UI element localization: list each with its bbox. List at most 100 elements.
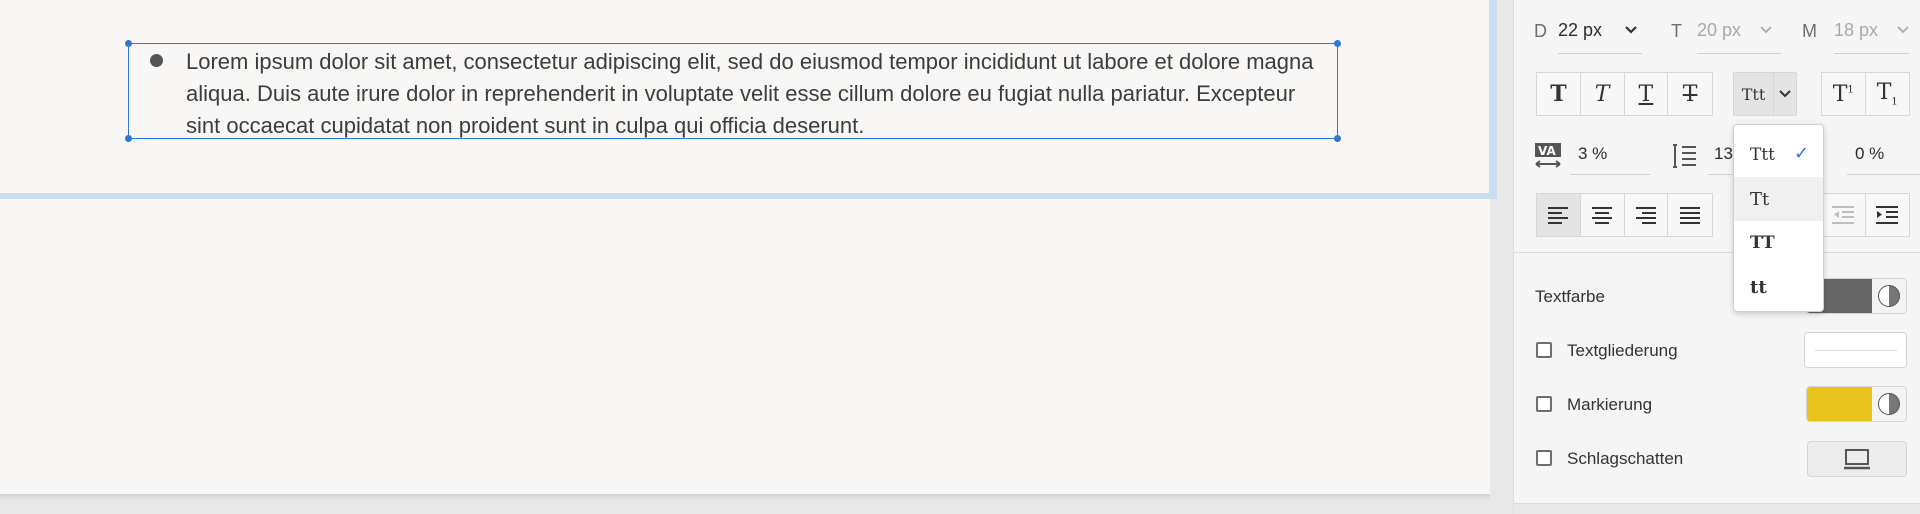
align-right-button[interactable] (1625, 194, 1669, 236)
font-size-tablet-value[interactable]: 20 px (1697, 20, 1741, 41)
highlight-color-swatch[interactable] (1807, 387, 1872, 421)
indent-button[interactable] (1866, 194, 1910, 236)
section-selection-border-right (1489, 0, 1497, 198)
font-size-mobile-underline (1834, 53, 1909, 54)
letter-spacing-field[interactable]: VA 3 % (1534, 136, 1654, 176)
subscript-icon: T1 (1877, 80, 1898, 107)
font-size-tablet[interactable]: T 20 px (1671, 14, 1783, 54)
case-lower-icon: tt (1750, 276, 1767, 298)
underline-icon: T (1638, 81, 1654, 107)
font-size-mobile[interactable]: M 18 px (1802, 14, 1914, 54)
font-size-desktop-value[interactable]: 22 px (1558, 20, 1602, 41)
resize-handle-bottom-right[interactable] (1334, 135, 1341, 142)
highlight-checkbox[interactable] (1536, 396, 1552, 412)
outdent-icon (1832, 206, 1855, 224)
chevron-down-icon[interactable] (1896, 23, 1910, 38)
tablet-label: T (1671, 21, 1682, 41)
italic-button[interactable]: T (1581, 73, 1625, 115)
superscript-glyph: T (1832, 81, 1848, 107)
resize-handle-bottom-left[interactable] (125, 135, 132, 142)
align-justify-button[interactable] (1668, 194, 1712, 236)
desktop-label: D (1534, 21, 1547, 41)
case-upper-icon: TT (1750, 233, 1775, 253)
resize-handle-top-left[interactable] (125, 40, 132, 47)
letter-spacing-underline (1570, 174, 1650, 175)
text-case-menu: Ttt ✓ Tt TT tt (1733, 124, 1824, 312)
text-case-dropdown[interactable]: Ttt (1733, 72, 1797, 116)
outline-preview-line (1814, 349, 1897, 351)
outdent-button[interactable] (1822, 194, 1866, 236)
bullet-icon (150, 54, 163, 67)
superscript-icon: T1 (1833, 82, 1854, 107)
underline-button[interactable]: T (1625, 73, 1669, 115)
highlight-label: Markierung (1567, 395, 1653, 414)
color-wheel-button[interactable] (1872, 279, 1906, 313)
case-default-icon: Ttt (1750, 145, 1776, 165)
text-color-label: Textfarbe (1535, 287, 1605, 306)
strikethrough-icon: T (1682, 81, 1698, 107)
color-picker-icon (1878, 393, 1900, 415)
superscript-button[interactable]: T1 (1822, 73, 1866, 115)
subscript-glyph: T (1876, 80, 1892, 106)
case-option-default[interactable]: Ttt ✓ (1734, 133, 1823, 177)
shadow-icon (1844, 449, 1870, 470)
svg-text:VA: VA (1538, 144, 1556, 158)
chevron-down-icon[interactable] (1759, 23, 1773, 38)
case-option-upper[interactable]: TT (1734, 221, 1823, 265)
align-left-icon (1548, 207, 1569, 224)
font-size-desktop[interactable]: D 22 px (1534, 14, 1642, 54)
bold-icon: T (1550, 81, 1567, 107)
align-center-button[interactable] (1581, 194, 1625, 236)
paragraph-spacing-underline (1847, 174, 1920, 175)
resize-handle-top-right[interactable] (1334, 40, 1341, 47)
chevron-down-icon[interactable] (1624, 23, 1638, 38)
color-picker-icon (1878, 285, 1900, 307)
case-option-lower[interactable]: tt (1734, 265, 1823, 309)
outline-checkbox[interactable] (1536, 342, 1552, 358)
canvas[interactable]: Lorem ipsum dolor sit amet, consectetur … (0, 0, 1490, 494)
panel-divider (1514, 252, 1920, 253)
chevron-down-icon (1779, 90, 1791, 98)
outline-color-field[interactable] (1804, 332, 1907, 368)
paragraph-spacing-field[interactable]: 0 % (1831, 136, 1920, 176)
align-left-button[interactable] (1537, 194, 1581, 236)
case-option-title[interactable]: Tt (1734, 177, 1823, 221)
subscript-mark: 1 (1891, 96, 1898, 108)
canvas-edge (0, 494, 1490, 500)
color-wheel-button[interactable] (1872, 387, 1906, 421)
align-right-icon (1635, 207, 1656, 224)
text-properties-panel: D 22 px T 20 px M 18 px T T T T Ttt T1 T… (1513, 0, 1920, 514)
indent-icon (1876, 206, 1899, 224)
indent-group (1821, 193, 1910, 237)
letter-spacing-icon: VA (1534, 141, 1562, 174)
letter-spacing-value[interactable]: 3 % (1578, 144, 1607, 164)
italic-icon: T (1594, 81, 1610, 107)
body-text[interactable]: Lorem ipsum dolor sit amet, consectetur … (186, 46, 1326, 142)
superscript-mark: 1 (1847, 84, 1854, 96)
align-justify-icon (1680, 207, 1701, 224)
outline-color-swatch[interactable] (1805, 333, 1906, 367)
mobile-label: M (1802, 21, 1817, 41)
alignment-group (1536, 193, 1713, 237)
shadow-checkbox[interactable] (1536, 450, 1552, 466)
checkmark-icon: ✓ (1794, 143, 1810, 164)
text-case-icon: Ttt (1741, 84, 1766, 104)
align-center-icon (1592, 207, 1613, 224)
shadow-settings-button[interactable] (1807, 441, 1907, 477)
font-size-mobile-value[interactable]: 18 px (1834, 20, 1878, 41)
text-case-button[interactable]: Ttt (1734, 73, 1774, 115)
shadow-label: Schlagschatten (1567, 449, 1684, 468)
text-style-group: T T T T (1536, 72, 1713, 116)
text-case-chevron[interactable] (1774, 73, 1796, 115)
line-height-icon (1672, 142, 1698, 175)
subscript-button[interactable]: T1 (1866, 73, 1910, 115)
case-title-icon: Tt (1750, 188, 1770, 210)
highlight-color-picker[interactable] (1806, 386, 1907, 422)
text-block-selection[interactable]: Lorem ipsum dolor sit amet, consectetur … (125, 40, 1341, 142)
script-group: T1 T1 (1821, 72, 1910, 116)
paragraph-spacing-value[interactable]: 0 % (1855, 144, 1884, 164)
font-size-tablet-underline (1697, 53, 1781, 54)
font-size-desktop-underline (1558, 53, 1642, 54)
bold-button[interactable]: T (1537, 73, 1581, 115)
strikethrough-button[interactable]: T (1668, 73, 1712, 115)
